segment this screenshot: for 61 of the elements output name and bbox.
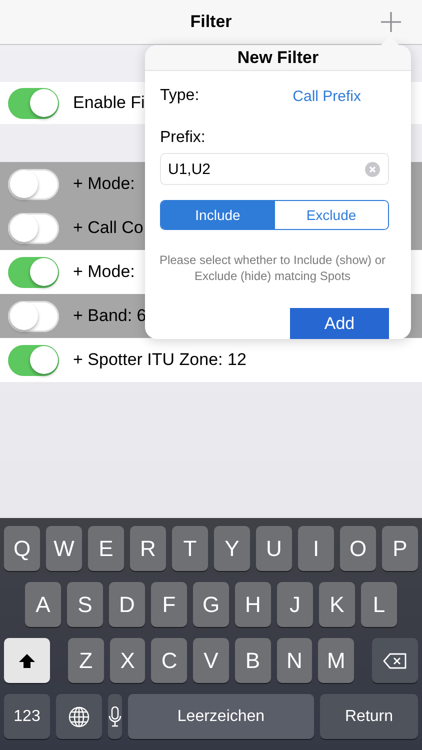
key[interactable]: P <box>382 526 418 571</box>
key[interactable]: U <box>256 526 292 571</box>
row-label: + Call Co <box>73 218 144 238</box>
hint-text: Please select whether to Include (show) or Exclude (hide) matcing Spots <box>158 252 387 284</box>
toggle-switch[interactable] <box>8 168 59 200</box>
key[interactable]: J <box>277 582 313 627</box>
key[interactable]: Y <box>214 526 250 571</box>
key[interactable]: W <box>46 526 82 571</box>
key[interactable]: E <box>88 526 124 571</box>
return-key[interactable]: Return <box>320 694 418 739</box>
key[interactable]: Z <box>68 638 104 683</box>
key[interactable]: M <box>318 638 354 683</box>
key[interactable]: Q <box>4 526 40 571</box>
add-button[interactable]: Add <box>290 308 389 339</box>
list-row[interactable]: + Spotter ITU Zone: 12 <box>0 338 422 382</box>
key[interactable]: L <box>361 582 397 627</box>
key[interactable]: H <box>235 582 271 627</box>
type-value-link[interactable]: Call Prefix <box>292 88 361 104</box>
key[interactable]: S <box>67 582 103 627</box>
globe-icon <box>68 706 90 728</box>
space-key[interactable]: Leerzeichen <box>128 694 314 739</box>
toggle-switch[interactable] <box>8 300 59 332</box>
row-label: + Mode: <box>73 174 135 194</box>
numbers-key[interactable]: 123 <box>4 694 50 739</box>
mic-key[interactable] <box>108 694 122 739</box>
key[interactable]: F <box>151 582 187 627</box>
row-label: Enable Fi <box>73 93 145 113</box>
key[interactable]: N <box>276 638 312 683</box>
key[interactable]: A <box>25 582 61 627</box>
popover-title: New Filter <box>237 48 319 68</box>
row-label: + Mode: <box>73 262 135 282</box>
microphone-icon <box>108 706 122 728</box>
toggle-switch[interactable] <box>8 212 59 244</box>
toggle-switch[interactable] <box>8 344 59 376</box>
key[interactable]: T <box>172 526 208 571</box>
key[interactable]: V <box>193 638 229 683</box>
clear-icon[interactable] <box>365 162 380 176</box>
toggle-switch[interactable] <box>8 256 59 288</box>
shift-icon <box>18 652 36 670</box>
key[interactable]: K <box>319 582 355 627</box>
row-label: + Spotter ITU Zone: 12 <box>73 350 246 370</box>
key[interactable]: G <box>193 582 229 627</box>
shift-key[interactable] <box>4 638 50 683</box>
key[interactable]: I <box>298 526 334 571</box>
prefix-label: Prefix: <box>160 129 206 147</box>
key[interactable]: B <box>234 638 271 683</box>
segment-button[interactable]: Include <box>161 201 274 229</box>
key[interactable]: C <box>151 638 188 683</box>
backspace-key[interactable] <box>372 638 418 683</box>
screen-title: Filter <box>190 12 232 32</box>
key[interactable]: R <box>130 526 166 571</box>
key[interactable]: X <box>110 638 146 683</box>
prefix-field[interactable]: U1,U2 <box>160 153 389 185</box>
type-label: Type: <box>160 87 200 105</box>
add-icon[interactable] <box>380 11 402 33</box>
key[interactable]: O <box>340 526 376 571</box>
globe-key[interactable] <box>56 694 102 739</box>
toggle-switch[interactable] <box>8 88 59 118</box>
row-label: + Band: 6 <box>73 306 146 326</box>
key[interactable]: D <box>109 582 145 627</box>
backspace-icon <box>383 652 408 668</box>
